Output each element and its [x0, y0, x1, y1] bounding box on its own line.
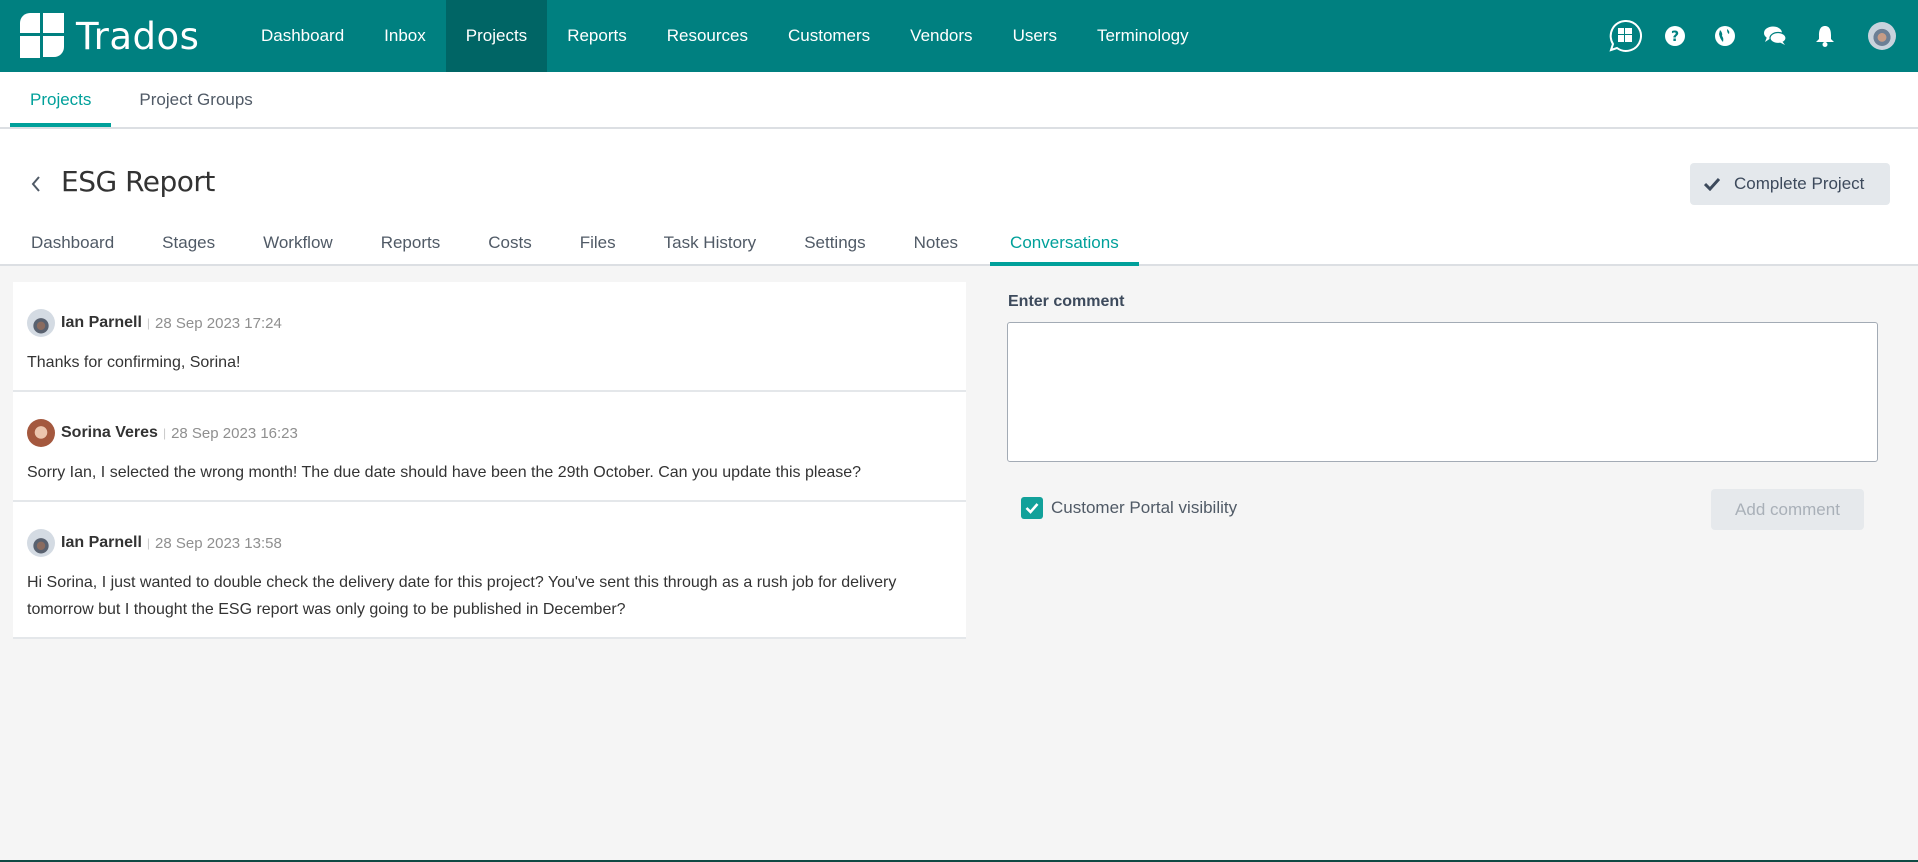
- nav-inbox[interactable]: Inbox: [364, 0, 446, 72]
- tab-workflow[interactable]: Workflow: [239, 220, 357, 266]
- comment-header: Ian Parnell | 28 Sep 2023 17:24: [27, 308, 952, 338]
- language-button[interactable]: [1700, 0, 1750, 72]
- globe-icon: [1715, 26, 1735, 46]
- enter-comment-label: Enter comment: [1008, 293, 1125, 310]
- author-avatar: [27, 529, 55, 557]
- chevron-left-icon: [31, 176, 40, 192]
- nav-resources[interactable]: Resources: [647, 0, 768, 72]
- comment-author: Ian Parnell: [61, 314, 142, 331]
- bell-icon: [1816, 26, 1834, 47]
- add-comment-button[interactable]: Add comment: [1711, 489, 1864, 530]
- main-nav: Dashboard Inbox Projects Reports Resourc…: [241, 0, 1209, 72]
- comment-item: Ian Parnell | 28 Sep 2023 13:58 Hi Sorin…: [13, 502, 966, 639]
- author-avatar: [27, 419, 55, 447]
- project-header: ESG Report Complete Project Dashboard St…: [0, 129, 1918, 266]
- nav-projects[interactable]: Projects: [445, 0, 548, 72]
- nav-dashboard[interactable]: Dashboard: [241, 0, 364, 72]
- comment-separator: |: [146, 536, 151, 550]
- visibility-label: Customer Portal visibility: [1051, 498, 1238, 517]
- brand-name: Trados: [76, 14, 200, 58]
- comment-header: Sorina Veres | 28 Sep 2023 16:23: [27, 418, 952, 448]
- project-tabs: Dashboard Stages Workflow Reports Costs …: [0, 220, 1139, 266]
- conversations-button[interactable]: [1750, 0, 1800, 72]
- user-avatar[interactable]: [1868, 22, 1896, 50]
- tab-dashboard[interactable]: Dashboard: [0, 220, 138, 266]
- customer-portal-visibility-toggle[interactable]: Customer Portal visibility: [1021, 497, 1237, 519]
- checkmark-icon: [1704, 177, 1720, 191]
- complete-project-label: Complete Project: [1734, 174, 1865, 193]
- complete-project-button[interactable]: Complete Project: [1690, 163, 1890, 205]
- trados-chat-button[interactable]: [1600, 0, 1650, 72]
- comment-timestamp: 28 Sep 2023 17:24: [155, 314, 282, 332]
- tab-conversations[interactable]: Conversations: [990, 220, 1139, 266]
- nav-terminology[interactable]: Terminology: [1077, 0, 1209, 72]
- comment-body: Sorry Ian, I selected the wrong month! T…: [27, 464, 862, 481]
- trados-logo[interactable]: Trados: [20, 0, 230, 72]
- comment-header: Ian Parnell | 28 Sep 2023 13:58: [27, 528, 952, 558]
- comment-body: Thanks for confirming, Sorina!: [27, 354, 241, 371]
- conversations-icon: [1764, 26, 1787, 45]
- subtab-projects[interactable]: Projects: [10, 72, 112, 127]
- help-icon: ?: [1665, 26, 1685, 46]
- trados-logo-icon: [20, 13, 66, 59]
- comment-body: Hi Sorina, I just wanted to double check…: [27, 574, 897, 618]
- tab-costs[interactable]: Costs: [464, 220, 555, 266]
- tab-notes[interactable]: Notes: [890, 220, 982, 266]
- comment-item: Ian Parnell | 28 Sep 2023 17:24 Thanks f…: [13, 282, 966, 392]
- notifications-button[interactable]: [1800, 0, 1850, 72]
- subtab-project-groups[interactable]: Project Groups: [119, 72, 272, 127]
- tab-settings[interactable]: Settings: [780, 220, 889, 266]
- nav-reports[interactable]: Reports: [547, 0, 647, 72]
- comment-separator: |: [162, 426, 167, 440]
- tab-stages[interactable]: Stages: [138, 220, 239, 266]
- comment-timestamp: 28 Sep 2023 16:23: [171, 424, 298, 442]
- tab-task-history[interactable]: Task History: [640, 220, 781, 266]
- tab-reports[interactable]: Reports: [357, 220, 465, 266]
- comment-author: Sorina Veres: [61, 424, 158, 441]
- comment-separator: |: [146, 316, 151, 330]
- top-navigation-bar: Trados Dashboard Inbox Projects Reports …: [0, 0, 1918, 72]
- nav-customers[interactable]: Customers: [768, 0, 890, 72]
- trados-chat-icon: [1609, 19, 1642, 52]
- nav-vendors[interactable]: Vendors: [890, 0, 992, 72]
- svg-text:?: ?: [1671, 29, 1679, 45]
- checkmark-icon: [1025, 503, 1039, 514]
- author-avatar: [27, 309, 55, 337]
- comment-timestamp: 28 Sep 2023 13:58: [155, 534, 282, 552]
- page-title: ESG Report: [61, 165, 215, 198]
- top-icons: ?: [1600, 0, 1918, 72]
- sub-navigation: Projects Project Groups: [0, 72, 1918, 129]
- comment-input[interactable]: [1007, 322, 1878, 462]
- help-button[interactable]: ?: [1650, 0, 1700, 72]
- visibility-checkbox[interactable]: [1021, 497, 1043, 519]
- tab-files[interactable]: Files: [556, 220, 640, 266]
- comments-list: Ian Parnell | 28 Sep 2023 17:24 Thanks f…: [13, 282, 966, 639]
- back-button[interactable]: [26, 171, 46, 197]
- nav-users[interactable]: Users: [993, 0, 1077, 72]
- comment-item: Sorina Veres | 28 Sep 2023 16:23 Sorry I…: [13, 392, 966, 502]
- comment-author: Ian Parnell: [61, 534, 142, 551]
